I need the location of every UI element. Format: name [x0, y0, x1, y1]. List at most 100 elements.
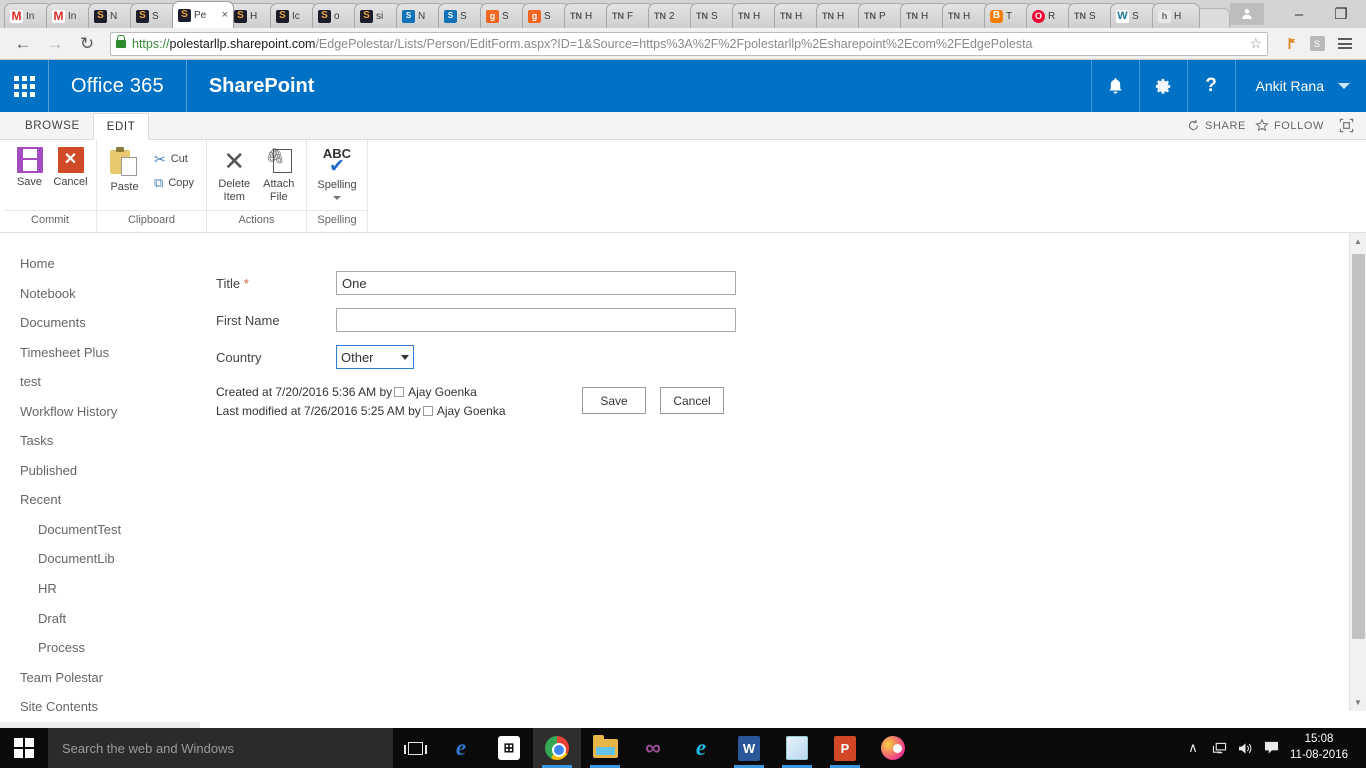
- browser-tab[interactable]: M In: [4, 3, 52, 28]
- browser-tab[interactable]: OR: [1026, 3, 1074, 28]
- browser-tab[interactable]: TN F: [606, 3, 654, 28]
- ribbon-delete-item-button[interactable]: ✕ Delete Item: [215, 145, 254, 203]
- user-menu[interactable]: Ankit Rana: [1234, 60, 1366, 112]
- app-launcher-icon[interactable]: [0, 60, 48, 112]
- ribbon-copy-button[interactable]: ⧉ Copy: [150, 172, 198, 194]
- ribbon-tab-browse[interactable]: BROWSE: [12, 112, 93, 139]
- chrome-menu-button[interactable]: [1332, 31, 1358, 57]
- taskbar-chrome-button[interactable]: [533, 728, 581, 768]
- start-button[interactable]: [0, 728, 48, 768]
- sidebar-item-documents[interactable]: Documents: [0, 308, 200, 338]
- reload-button[interactable]: ↻: [72, 30, 102, 58]
- taskbar-edge-button[interactable]: e: [437, 728, 485, 768]
- sidebar-item-site-contents[interactable]: Site Contents: [0, 692, 200, 722]
- browser-tab[interactable]: TN H: [942, 3, 990, 28]
- page-scrollbar[interactable]: ▲ ▼: [1349, 233, 1366, 711]
- browser-tab[interactable]: SH: [228, 3, 276, 28]
- browser-tab[interactable]: gS: [480, 3, 528, 28]
- sidebar-item-notebook[interactable]: Notebook: [0, 279, 200, 309]
- browser-tab[interactable]: TN H: [732, 3, 780, 28]
- new-tab-button[interactable]: [1196, 8, 1230, 28]
- sharepoint-app-name[interactable]: SharePoint: [187, 75, 337, 98]
- sidebar-item-draft[interactable]: Draft: [0, 604, 200, 634]
- browser-tab[interactable]: Ssi: [354, 3, 402, 28]
- ribbon-cut-button[interactable]: ✂ Cut: [150, 148, 198, 170]
- ribbon-paste-button[interactable]: Paste: [105, 145, 144, 194]
- taskbar-store-button[interactable]: ⊞: [485, 728, 533, 768]
- browser-tab[interactable]: So: [312, 3, 360, 28]
- ribbon-tab-edit[interactable]: EDIT: [92, 113, 150, 140]
- clock[interactable]: 15:08 11-08-2016: [1284, 732, 1358, 763]
- sidebar-item-published[interactable]: Published: [0, 456, 200, 486]
- settings-gear-icon[interactable]: [1138, 60, 1187, 112]
- modified-by-name[interactable]: Ajay Goenka: [437, 404, 506, 418]
- form-cancel-button[interactable]: Cancel: [660, 387, 724, 414]
- sidebar-item-documenttest[interactable]: DocumentTest: [0, 515, 200, 545]
- taskbar-visual-studio-button[interactable]: ∞: [629, 728, 677, 768]
- sidebar-item-recent[interactable]: Recent: [0, 485, 200, 515]
- sidebar-item-tasks[interactable]: Tasks: [0, 426, 200, 456]
- form-save-button[interactable]: Save: [582, 387, 646, 414]
- extension-icon-sharepoint[interactable]: S: [1304, 31, 1330, 57]
- ribbon-spelling-button[interactable]: ABC ✔ Spelling: [315, 145, 359, 200]
- office365-brand[interactable]: Office 365: [49, 75, 186, 98]
- volume-icon[interactable]: [1232, 728, 1258, 768]
- maximize-button[interactable]: ❐: [1320, 0, 1362, 28]
- sidebar-item-hr[interactable]: HR: [0, 574, 200, 604]
- show-hidden-icons-chevron[interactable]: ∧: [1180, 728, 1206, 768]
- browser-tab[interactable]: BT: [984, 3, 1032, 28]
- taskbar-word-button[interactable]: W: [725, 728, 773, 768]
- taskbar-internet-explorer-button[interactable]: e: [677, 728, 725, 768]
- sidebar-item-process[interactable]: Process: [0, 633, 200, 663]
- browser-tab[interactable]: TN H: [774, 3, 822, 28]
- browser-tab[interactable]: SS: [130, 3, 178, 28]
- browser-tab[interactable]: WS: [1110, 3, 1158, 28]
- sidebar-item-team-polestar[interactable]: Team Polestar: [0, 663, 200, 693]
- browser-tab[interactable]: TN S: [1068, 3, 1116, 28]
- taskbar-search-box[interactable]: Search the web and Windows: [48, 728, 393, 768]
- profile-avatar-button[interactable]: [1230, 3, 1264, 25]
- back-button[interactable]: ←: [8, 30, 38, 58]
- browser-tab[interactable]: SN: [88, 3, 136, 28]
- follow-button[interactable]: FOLLOW: [1255, 119, 1324, 132]
- focus-on-content-icon[interactable]: [1339, 118, 1354, 133]
- taskbar-powerpoint-button[interactable]: P: [821, 728, 869, 768]
- network-icon[interactable]: [1206, 728, 1232, 768]
- browser-tab[interactable]: TN P: [858, 3, 906, 28]
- sidebar-item-timesheet-plus[interactable]: Timesheet Plus: [0, 338, 200, 368]
- browser-tab[interactable]: S Ic: [270, 3, 318, 28]
- extension-icon-1[interactable]: [1276, 31, 1302, 57]
- taskbar-onenote-button[interactable]: [773, 728, 821, 768]
- bookmark-star-icon[interactable]: ☆: [1249, 35, 1262, 52]
- taskbar-file-explorer-button[interactable]: [581, 728, 629, 768]
- minimize-button[interactable]: –: [1278, 0, 1320, 28]
- sidebar-item-documentlib[interactable]: DocumentLib: [0, 544, 200, 574]
- browser-tab[interactable]: TN H: [816, 3, 864, 28]
- browser-tab[interactable]: gS: [522, 3, 570, 28]
- browser-tab[interactable]: TN H: [900, 3, 948, 28]
- chevron-down-icon[interactable]: [333, 195, 341, 200]
- address-bar[interactable]: https://polestarllp.sharepoint.com/EdgeP…: [110, 31, 1268, 56]
- browser-tab[interactable]: SS: [438, 3, 486, 28]
- forward-button[interactable]: →: [40, 30, 70, 58]
- task-view-button[interactable]: [393, 728, 437, 768]
- ribbon-cancel-button[interactable]: ✕ Cancel: [53, 145, 88, 189]
- notifications-icon[interactable]: [1090, 60, 1139, 112]
- country-select[interactable]: Other: [336, 345, 414, 369]
- browser-tab[interactable]: TN H: [564, 3, 612, 28]
- scrollbar-thumb[interactable]: [1351, 254, 1365, 639]
- browser-tab[interactable]: S Pe ×: [172, 1, 234, 28]
- title-input[interactable]: [336, 271, 736, 295]
- browser-tab[interactable]: hH: [1152, 3, 1200, 28]
- share-button[interactable]: SHARE: [1187, 119, 1246, 132]
- ribbon-save-button[interactable]: Save: [12, 145, 47, 189]
- browser-tab[interactable]: SN: [396, 3, 444, 28]
- created-by-name[interactable]: Ajay Goenka: [408, 385, 477, 399]
- sidebar-item-home[interactable]: Home: [0, 249, 200, 279]
- close-window-button[interactable]: ✕: [1362, 0, 1366, 28]
- browser-tab[interactable]: M In: [46, 3, 94, 28]
- browser-tab[interactable]: TN S: [690, 3, 738, 28]
- ribbon-attach-file-button[interactable]: 🖇 Attach File: [260, 145, 299, 203]
- taskbar-paint-button[interactable]: [869, 728, 917, 768]
- help-icon[interactable]: ?: [1186, 60, 1235, 112]
